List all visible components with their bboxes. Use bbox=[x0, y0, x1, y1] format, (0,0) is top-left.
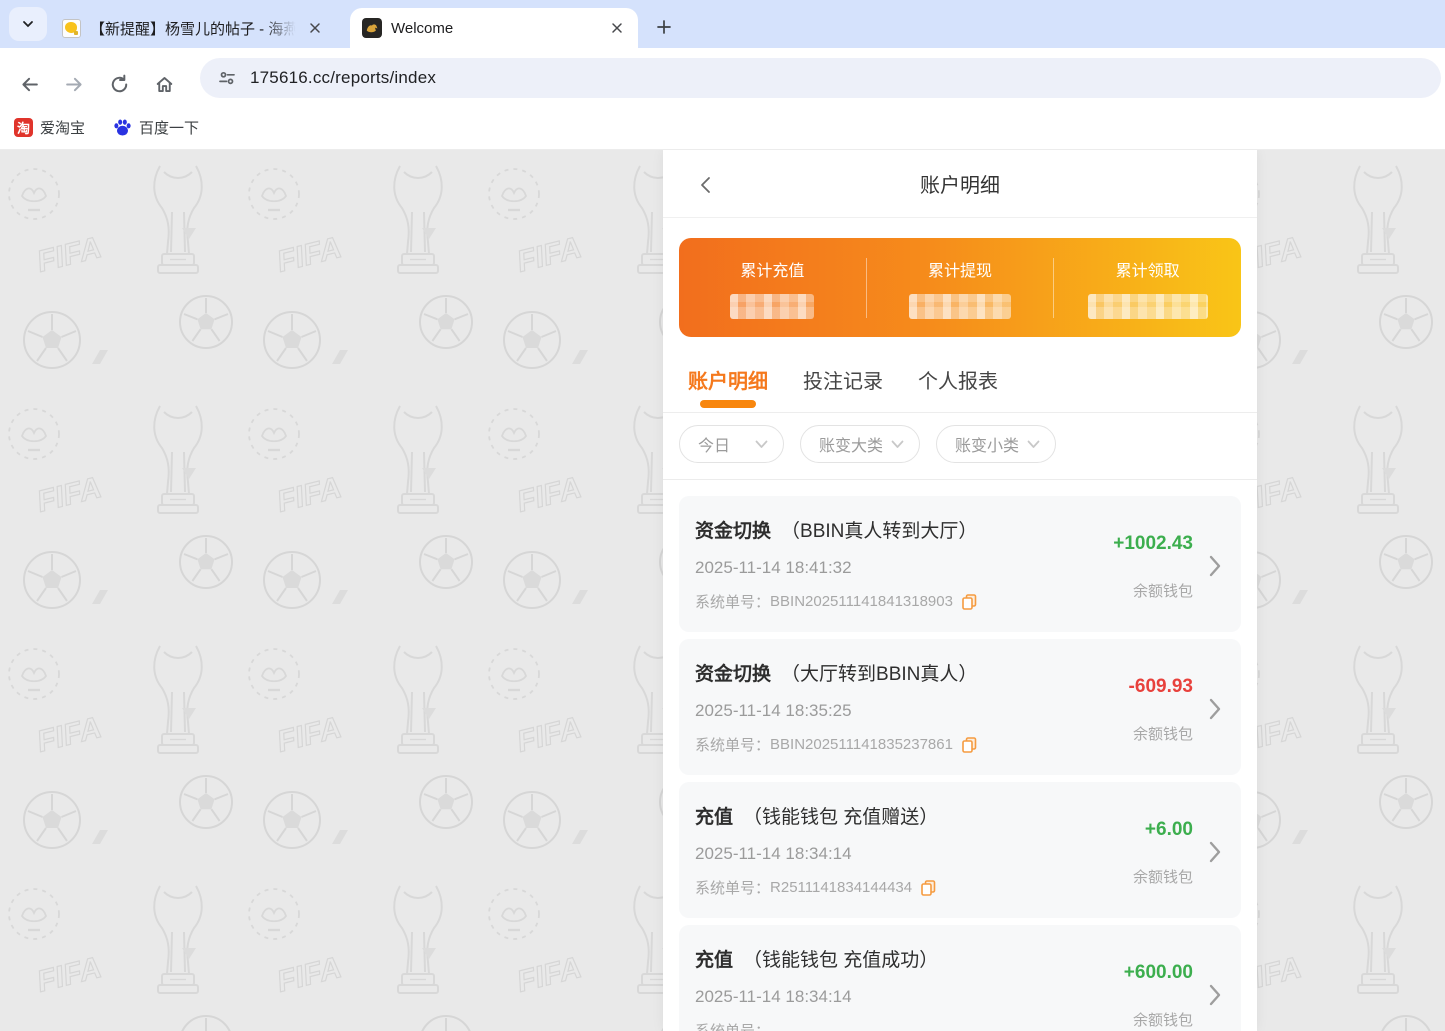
summary-label: 累计充值 bbox=[740, 257, 804, 281]
transaction-list: 资金切换 （BBIN真人转到大厅） 2025-11-14 18:41:32 系统单… bbox=[663, 480, 1257, 1031]
url-bar[interactable]: 175616.cc/reports/index bbox=[200, 58, 1441, 98]
summary-total-claim: 累计领取 bbox=[1054, 257, 1241, 319]
tab-title: Welcome bbox=[391, 20, 604, 37]
filter-minor-type-dropdown[interactable]: 账变小类 bbox=[936, 425, 1056, 463]
order-label: 系统单号： bbox=[695, 1020, 770, 1031]
chevron-down-icon bbox=[21, 17, 35, 31]
transaction-desc: （钱能钱包 充值成功） bbox=[743, 950, 938, 971]
transaction-amount: +1002.43 bbox=[1113, 533, 1193, 555]
forward-arrow-icon bbox=[64, 74, 85, 95]
chevron-down-icon bbox=[891, 440, 904, 449]
transaction-amount: +6.00 bbox=[1145, 819, 1193, 841]
home-button[interactable] bbox=[147, 67, 181, 101]
taobao-icon: 淘 bbox=[14, 118, 33, 137]
bookmark-taobao[interactable]: 淘 爱淘宝 bbox=[14, 117, 85, 138]
chevron-right-icon bbox=[1209, 841, 1221, 863]
transaction-desc: （大厅转到BBIN真人） bbox=[781, 664, 977, 685]
copy-order-button[interactable] bbox=[962, 737, 977, 753]
transaction-wallet: 余额钱包 bbox=[1133, 1009, 1193, 1030]
transaction-type: 充值 bbox=[695, 807, 733, 828]
transaction-time: 2025-11-14 18:34:14 bbox=[695, 844, 1065, 864]
summary-label: 累计提现 bbox=[928, 257, 992, 281]
transaction-time: 2025-11-14 18:41:32 bbox=[695, 558, 1065, 578]
copy-icon bbox=[921, 880, 936, 896]
chevron-left-icon bbox=[696, 175, 716, 195]
back-arrow-icon bbox=[19, 74, 40, 95]
copy-order-button[interactable] bbox=[921, 880, 936, 896]
order-number: BBIN202511141835237861 bbox=[770, 736, 953, 753]
baidu-paw-icon bbox=[113, 118, 132, 137]
transaction-row[interactable]: 充值 （钱能钱包 充值赠送） 2025-11-14 18:34:14 系统单号：R… bbox=[679, 782, 1241, 918]
reload-button[interactable] bbox=[102, 67, 136, 101]
transaction-amount: +600.00 bbox=[1124, 962, 1193, 984]
browser-tab-active[interactable]: Welcome bbox=[350, 8, 638, 48]
copy-order-button[interactable] bbox=[962, 594, 977, 610]
transaction-type: 资金切换 bbox=[695, 521, 771, 542]
filter-major-type-dropdown[interactable]: 账变大类 bbox=[800, 425, 920, 463]
transaction-row[interactable]: 资金切换 （BBIN真人转到大厅） 2025-11-14 18:41:32 系统单… bbox=[679, 496, 1241, 632]
copy-icon bbox=[962, 737, 977, 753]
chevron-right-icon bbox=[1209, 555, 1221, 577]
tab-account-detail[interactable]: 账户明细 bbox=[688, 365, 768, 412]
panel-header: 账户明细 bbox=[663, 150, 1257, 218]
chevron-right-icon bbox=[1209, 698, 1221, 720]
site-settings-icon[interactable] bbox=[217, 68, 237, 88]
url-text[interactable]: 175616.cc/reports/index bbox=[250, 68, 436, 88]
transaction-wallet: 余额钱包 bbox=[1133, 580, 1193, 601]
chevron-down-icon bbox=[1027, 440, 1040, 449]
tab-close-icon[interactable] bbox=[604, 15, 630, 41]
blurred-amount bbox=[730, 294, 814, 319]
blurred-amount bbox=[1088, 294, 1208, 319]
transaction-desc: （钱能钱包 充值赠送） bbox=[743, 807, 938, 828]
bookmark-baidu[interactable]: 百度一下 bbox=[113, 117, 199, 138]
transaction-row[interactable]: 资金切换 （大厅转到BBIN真人） 2025-11-14 18:35:25 系统单… bbox=[679, 639, 1241, 775]
transaction-type: 资金切换 bbox=[695, 664, 771, 685]
browser-tab-inactive[interactable]: 【新提醒】杨雪儿的帖子 - 海燕 bbox=[52, 8, 336, 48]
page-back-button[interactable] bbox=[693, 172, 719, 198]
filter-date-dropdown[interactable]: 今日 bbox=[679, 425, 784, 463]
back-button[interactable] bbox=[12, 67, 46, 101]
transaction-desc: （BBIN真人转到大厅） bbox=[781, 521, 977, 542]
tab-search-menu-button[interactable] bbox=[9, 7, 47, 41]
transaction-amount: -609.93 bbox=[1129, 676, 1193, 698]
transaction-row[interactable]: 充值（钱能钱包 充值成功） 2025-11-14 18:34:14 系统单号： … bbox=[679, 925, 1241, 1031]
tab-personal-report[interactable]: 个人报表 bbox=[918, 365, 998, 412]
chevron-down-icon bbox=[755, 440, 768, 449]
new-tab-button[interactable] bbox=[648, 11, 680, 43]
transaction-time: 2025-11-14 18:35:25 bbox=[695, 701, 1065, 721]
plus-icon bbox=[656, 19, 672, 35]
reload-icon bbox=[109, 74, 130, 95]
filter-row: 今日 账变大类 账变小类 bbox=[663, 413, 1257, 480]
chevron-right-icon bbox=[1209, 984, 1221, 1006]
site-favicon-icon bbox=[362, 18, 382, 38]
section-tabs: 账户明细 投注记录 个人报表 bbox=[663, 337, 1257, 413]
summary-label: 累计领取 bbox=[1116, 257, 1180, 281]
forward-button[interactable] bbox=[57, 67, 91, 101]
order-number: BBIN202511141841318903 bbox=[770, 593, 953, 610]
tab-title: 【新提醒】杨雪儿的帖子 - 海燕 bbox=[90, 18, 302, 39]
order-label: 系统单号： bbox=[695, 591, 770, 612]
bookmarks-bar: 淘 爱淘宝 百度一下 bbox=[0, 105, 1445, 150]
active-tab-underline bbox=[700, 400, 756, 408]
summary-card: 累计充值 累计提现 累计领取 bbox=[679, 238, 1241, 337]
transaction-wallet: 余额钱包 bbox=[1133, 866, 1193, 887]
blurred-amount bbox=[909, 294, 1011, 319]
summary-total-withdraw: 累计提现 bbox=[867, 257, 1054, 319]
copy-icon bbox=[962, 594, 977, 610]
order-label: 系统单号： bbox=[695, 734, 770, 755]
transaction-type: 充值 bbox=[695, 950, 733, 971]
browser-tabstrip: 【新提醒】杨雪儿的帖子 - 海燕 Welcome bbox=[0, 0, 1445, 48]
tab-close-icon[interactable] bbox=[302, 15, 328, 41]
transaction-time: 2025-11-14 18:34:14 bbox=[695, 987, 1065, 1007]
page-title: 账户明细 bbox=[920, 169, 1000, 198]
tab-bet-records[interactable]: 投注记录 bbox=[803, 365, 883, 412]
forum-favicon-icon bbox=[62, 19, 81, 38]
order-number: R2511141834144434 bbox=[770, 879, 912, 896]
account-detail-panel: 账户明细 累计充值 累计提现 累计领取 账户明细 投注记录 个人报表 bbox=[663, 150, 1257, 1031]
summary-total-deposit: 累计充值 bbox=[679, 257, 866, 319]
home-icon bbox=[154, 74, 175, 95]
order-label: 系统单号： bbox=[695, 877, 770, 898]
transaction-wallet: 余额钱包 bbox=[1133, 723, 1193, 744]
